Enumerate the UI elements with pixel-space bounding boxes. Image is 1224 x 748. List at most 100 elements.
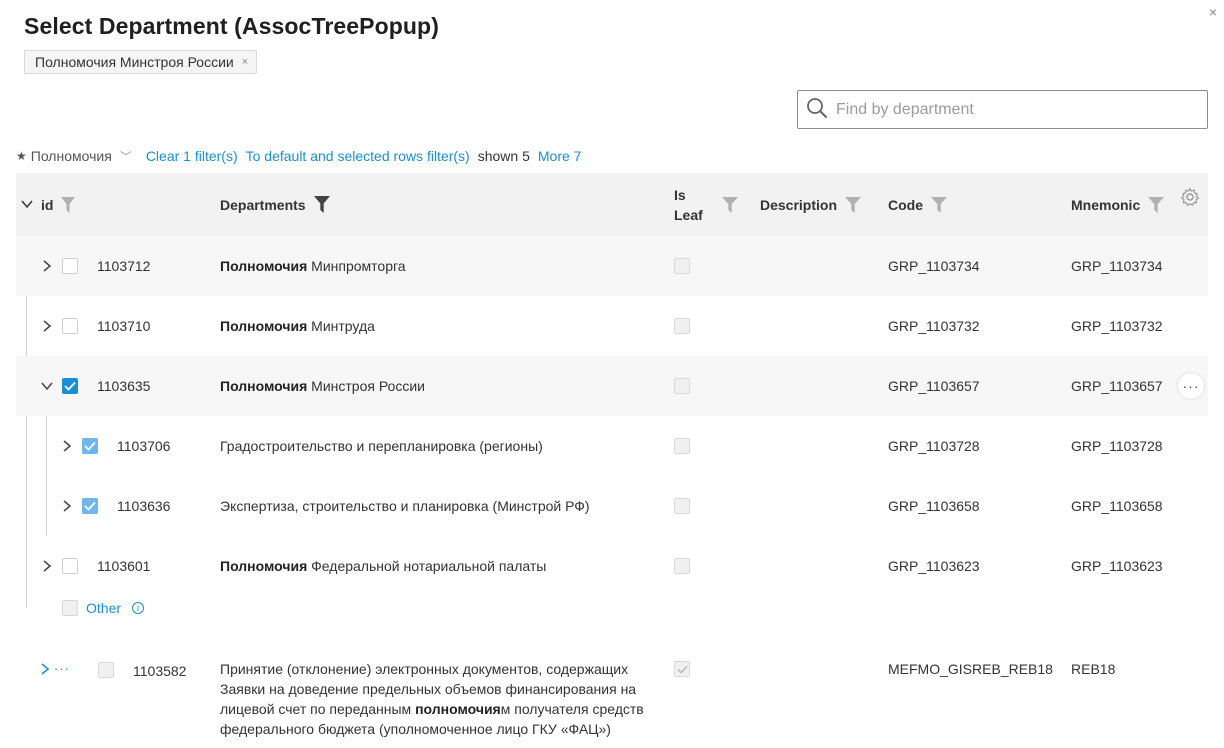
chip-remove-icon[interactable]: × <box>242 56 248 68</box>
row-mnemonic: GRP_1103734 <box>1071 258 1163 274</box>
row-code: GRP_1103728 <box>888 438 980 454</box>
row-mnemonic: REB18 <box>1071 661 1116 677</box>
row-id: 1103601 <box>97 558 151 574</box>
row-mnemonic: GRP_1103657 <box>1071 378 1163 394</box>
other-group[interactable]: Other i <box>62 598 145 618</box>
collapse-toggle[interactable] <box>40 356 54 416</box>
row-checkbox[interactable] <box>62 236 78 296</box>
search-box[interactable] <box>797 90 1208 129</box>
column-label: Is <box>674 186 686 203</box>
department-highlight: полномочия <box>415 701 501 717</box>
is-leaf-filter[interactable] <box>714 173 738 236</box>
row-department: Градостроительство и перепланировка (рег… <box>220 438 543 454</box>
row-department: Полномочия Минпромторга <box>220 236 406 296</box>
row-id: 1103706 <box>117 438 171 454</box>
search-icon <box>806 97 828 122</box>
is-leaf-checkbox <box>674 416 690 476</box>
row-checkbox[interactable] <box>98 662 114 678</box>
other-checkbox[interactable] <box>62 600 78 616</box>
check-icon <box>676 665 688 674</box>
search-input[interactable] <box>836 100 1196 119</box>
row-code: GRP_1103732 <box>888 318 980 334</box>
info-icon[interactable]: i <box>132 602 145 614</box>
row-code: GRP_1103658 <box>888 498 980 514</box>
check-icon <box>64 381 76 391</box>
column-header-is-leaf[interactable]: Is Leaf <box>674 173 703 236</box>
star-icon: ★ <box>16 149 27 163</box>
settings-gear-icon[interactable] <box>1180 165 1200 228</box>
default-filter-link[interactable]: To default and selected rows filter(s) <box>246 148 470 164</box>
row-department: Экспертиза, строительство и планировка (… <box>220 498 590 514</box>
column-header-description[interactable]: Description <box>760 173 862 236</box>
is-leaf-checkbox <box>674 296 690 356</box>
other-link[interactable]: Other <box>86 600 121 616</box>
row-id: 1103636 <box>117 498 171 514</box>
expand-toggle[interactable]: ··· <box>40 659 70 679</box>
filter-icon[interactable] <box>845 196 862 213</box>
column-header-mnemonic[interactable]: Mnemonic <box>1071 173 1165 236</box>
chevron-right-icon <box>63 500 72 512</box>
table-row[interactable]: 1103635 Полномочия Минстроя России GRP_1… <box>16 356 1208 416</box>
department-name: Минпромторга <box>307 258 406 274</box>
expand-toggle[interactable] <box>60 476 74 536</box>
row-department: Принятие (отклонение) электронных докуме… <box>220 659 645 739</box>
filter-icon[interactable] <box>61 196 76 213</box>
ancestor-ellipsis[interactable]: ··· <box>54 659 70 679</box>
row-checkbox[interactable] <box>62 296 78 356</box>
column-label: Code <box>888 196 923 213</box>
clear-filters-link[interactable]: Clear 1 filter(s) <box>146 148 238 164</box>
department-prefix: Полномочия <box>220 558 308 574</box>
row-code: GRP_1103657 <box>888 378 980 394</box>
chevron-right-icon <box>43 320 52 332</box>
column-header-id[interactable]: id <box>41 173 76 236</box>
row-department: Полномочия Минтруда <box>220 296 375 356</box>
column-header-code[interactable]: Code <box>888 173 947 236</box>
column-label: Departments <box>220 196 306 213</box>
table-row[interactable]: ··· 1103582 Принятие (отклонение) электр… <box>16 653 1208 748</box>
row-code: GRP_1103623 <box>888 558 980 574</box>
close-icon[interactable]: × <box>1205 4 1221 20</box>
department-prefix: Полномочия <box>220 258 308 274</box>
row-code: MEFMO_GISREB_REB18 <box>888 661 1053 677</box>
row-code: GRP_1103734 <box>888 258 980 274</box>
table-row[interactable]: 1103706 Градостроительство и перепланиро… <box>16 416 1208 476</box>
shown-count: shown 5 <box>477 148 530 164</box>
filter-icon[interactable] <box>722 196 738 213</box>
is-leaf-checkbox <box>674 476 690 536</box>
column-label: Leaf <box>674 206 703 223</box>
table-row[interactable]: 1103636 Экспертиза, строительство и план… <box>16 476 1208 536</box>
expand-toggle[interactable] <box>40 236 54 296</box>
row-more-menu-icon[interactable]: ··· <box>1178 373 1204 399</box>
expand-toggle[interactable] <box>40 296 54 356</box>
department-prefix: Полномочия <box>220 318 308 334</box>
column-header-departments[interactable]: Departments <box>220 173 330 236</box>
chevron-down-icon: ﹀ <box>119 149 132 164</box>
is-leaf-checkbox <box>674 356 690 416</box>
table-row[interactable]: 1103601 Полномочия Федеральной нотариаль… <box>16 536 1208 596</box>
row-checkbox[interactable] <box>62 356 78 416</box>
expand-toggle[interactable] <box>60 416 74 476</box>
scope-selector[interactable]: ★ Полномочия ﹀ <box>16 148 146 165</box>
table-row[interactable]: 1103712 Полномочия Минпромторга GRP_1103… <box>16 236 1208 296</box>
department-grid: id Departments Is Leaf Description Code … <box>16 173 1208 748</box>
scope-label: Полномочия <box>30 148 112 164</box>
expand-toggle[interactable] <box>40 536 54 596</box>
table-row[interactable]: 1103710 Полномочия Минтруда GRP_1103732 … <box>16 296 1208 356</box>
chevron-right-icon <box>41 663 50 675</box>
chevron-down-icon <box>21 197 33 213</box>
chevron-right-icon <box>43 260 52 272</box>
filter-icon[interactable] <box>1148 196 1165 213</box>
row-checkbox[interactable] <box>82 476 98 536</box>
is-leaf-checkbox <box>674 236 690 296</box>
row-mnemonic: GRP_1103658 <box>1071 498 1163 514</box>
row-checkbox[interactable] <box>82 416 98 476</box>
filter-icon[interactable] <box>931 196 947 213</box>
selected-chip-label: Полномочия Минстроя России <box>35 54 234 70</box>
department-name: Федеральной нотариальной палаты <box>307 558 547 574</box>
row-checkbox[interactable] <box>62 536 78 596</box>
collapse-all-toggle[interactable] <box>21 173 33 236</box>
chevron-right-icon <box>63 440 72 452</box>
more-link[interactable]: More 7 <box>538 148 582 164</box>
filter-active-icon[interactable] <box>313 196 330 213</box>
is-leaf-checkbox <box>674 661 690 677</box>
